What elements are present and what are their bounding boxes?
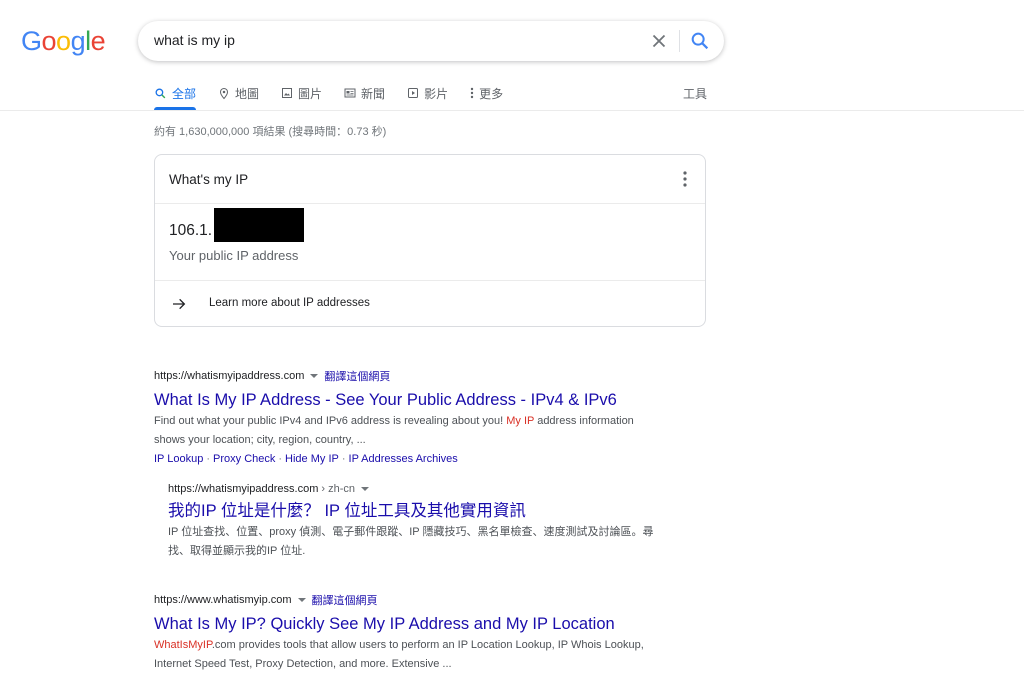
ip-address-label: Your public IP address [169,248,299,263]
sitelink-separator: · [341,453,346,465]
logo-letter: G [21,26,42,56]
image-icon [282,88,293,98]
result-snippet: IP 位址查找、位置、proxy 偵測、電子郵件跟蹤、IP 隱藏技巧、黑名單檢查… [168,526,654,557]
tab-label: 更多 [479,86,504,101]
tab-images[interactable]: 圖片 [281,85,322,101]
tab-label: 影片 [424,86,449,101]
ip-answer-card: What's my IP 106.1. Your public IP addre… [154,154,706,327]
search-result-indented: https://whatismyipaddress.com › zh-cn 我的… [168,483,660,561]
card-divider [155,203,705,204]
tab-videos[interactable]: 影片 [407,85,448,101]
translate-link[interactable]: 翻譯這個網頁 [324,368,390,384]
tab-label: 全部 [172,86,197,101]
result-snippet: Find out what your public IPv4 and IPv6 … [154,412,654,450]
map-pin-icon [220,87,229,99]
clear-icon[interactable] [648,30,670,52]
result-title[interactable]: What Is My IP Address - See Your Public … [154,389,654,411]
tab-label: 地圖 [235,86,260,101]
snippet-text: .com provides tools that allow users to … [154,639,644,670]
search-icon [155,88,166,98]
snippet-text: Find out what your public IPv4 and IPv6 … [154,415,507,427]
logo-letter: g [70,26,86,56]
chevron-down-icon[interactable] [361,487,370,491]
tab-more[interactable]: 更多 [470,85,503,101]
news-icon [344,88,356,98]
sitelink-ip-archives[interactable]: IP Addresses Archives [349,453,458,465]
search-icon[interactable] [689,30,711,52]
tab-maps[interactable]: 地圖 [218,85,259,101]
tab-news[interactable]: 新聞 [344,85,385,101]
sitelink-separator: · [278,453,283,465]
chevron-down-icon[interactable] [310,374,319,378]
result-url: https://www.whatismyip.com 翻譯這個網頁 [154,592,654,608]
result-url: https://whatismyipaddress.com 翻譯這個網頁 [154,368,654,384]
snippet-highlight: My IP [506,415,535,427]
learn-more-link[interactable]: Learn more about IP addresses [209,297,370,309]
result-stats: 約有 1,630,000,000 項結果 (搜尋時間：0.73 秒) [154,126,387,138]
google-logo[interactable]: Google [21,25,106,57]
header-divider [0,110,1024,111]
tab-label: 圖片 [298,86,323,101]
more-options-icon[interactable] [677,170,693,188]
search-divider [679,30,680,52]
result-title[interactable]: What Is My IP? Quickly See My IP Address… [154,613,654,635]
tools-button[interactable]: 工具 [683,85,707,102]
logo-letter: e [90,26,106,56]
search-tabs: 全部 地圖 圖片 新聞 影片 更多 [154,85,525,111]
result-title[interactable]: 我的IP 位址是什麼？ IP 位址工具及其他實用資訊 [168,500,660,522]
sitelinks: IP Lookup · Proxy Check · Hide My IP · IP Addr… [154,451,654,468]
result-snippet: WhatIsMyIP.com provides tools that allow… [154,636,654,674]
tab-all[interactable]: 全部 [154,85,196,101]
logo-letter: o [41,26,57,56]
search-input[interactable]: what is my ip [154,32,235,48]
more-vert-icon [470,87,474,99]
result-url-text[interactable]: https://www.whatismyip.com [154,594,292,606]
redaction-box [214,208,304,242]
tab-label: 新聞 [361,86,386,101]
sitelink-separator: · [206,453,211,465]
result-url-text[interactable]: https://whatismyipaddress.com [154,370,304,382]
sitelink-proxy-check[interactable]: Proxy Check [213,453,275,465]
translate-link[interactable]: 翻譯這個網頁 [312,592,378,608]
search-result: https://www.whatismyip.com 翻譯這個網頁 What I… [154,592,654,674]
logo-letter: o [56,26,71,56]
search-box[interactable]: what is my ip [138,21,724,61]
card-title: What's my IP [169,172,249,187]
ip-address-value: 106.1. [169,222,213,239]
result-url-text[interactable]: https://whatismyipaddress.com [168,483,318,495]
sitelink-hide-my-ip[interactable]: Hide My IP [285,453,339,465]
chevron-down-icon[interactable] [297,598,306,602]
result-url-path: › zh-cn [321,483,356,495]
search-result: https://whatismyipaddress.com 翻譯這個網頁 Wha… [154,368,654,468]
sitelink-ip-lookup[interactable]: IP Lookup [154,453,203,465]
video-icon [408,88,419,98]
snippet-highlight: WhatIsMyIP [154,639,212,651]
result-url: https://whatismyipaddress.com › zh-cn [168,483,660,495]
card-divider [155,280,705,281]
arrow-right-icon[interactable] [171,296,187,312]
